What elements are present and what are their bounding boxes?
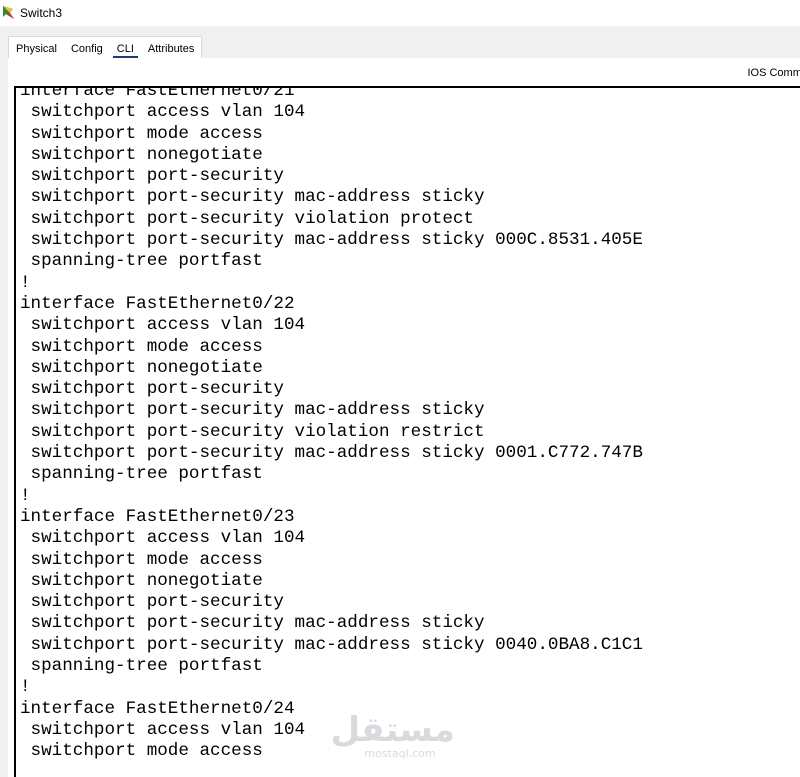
console-line: switchport port-security violation prote… <box>20 208 474 229</box>
console-line: switchport port-security <box>20 379 284 400</box>
console-line: switchport access vlan 104 <box>20 315 306 336</box>
console-line: spanning-tree portfast <box>20 464 263 485</box>
window-title: Switch3 <box>20 6 63 20</box>
console-line: switchport mode access <box>20 549 263 570</box>
packet-tracer-switch-icon <box>2 5 16 21</box>
console-line: switchport mode access <box>20 741 263 762</box>
tab-bar: Physical Config CLI Attributes <box>8 36 203 59</box>
console-line: switchport port-security mac-address sti… <box>20 443 643 464</box>
console-line: switchport port-security mac-address sti… <box>20 613 485 634</box>
console-line: switchport mode access <box>20 336 263 357</box>
console-line: switchport port-security mac-address sti… <box>20 400 485 421</box>
tab-area: Physical Config CLI Attributes IOS Comma… <box>0 26 800 777</box>
console-line: interface FastEthernet0/21 <box>20 86 295 101</box>
tab-attributes[interactable]: Attributes <box>141 39 201 59</box>
console-line: interface FastEthernet0/23 <box>20 506 295 527</box>
switch-window: Switch3 Physical Config CLI Attributes I… <box>0 0 800 777</box>
console-line: switchport port-security mac-address sti… <box>20 230 643 251</box>
console-line: spanning-tree portfast <box>20 656 263 677</box>
tab-config[interactable]: Config <box>64 39 110 59</box>
console-line: switchport access vlan 104 <box>20 528 306 549</box>
console-line: ! <box>20 272 31 293</box>
console-line: interface FastEthernet0/24 <box>20 698 295 719</box>
console-line: interface FastEthernet0/22 <box>20 293 295 314</box>
console-line: ! <box>20 677 31 698</box>
console-line: switchport port-security mac-address sti… <box>20 634 643 655</box>
console-line: switchport nonegotiate <box>20 144 263 165</box>
console-line: switchport access vlan 104 <box>20 102 306 123</box>
console-line: spanning-tree portfast <box>20 251 263 272</box>
cli-console[interactable]: interface FastEthernet0/21 switchport ac… <box>14 86 800 777</box>
console-line: switchport port-security violation restr… <box>20 421 485 442</box>
tab-cli[interactable]: CLI <box>110 39 141 59</box>
title-bar: Switch3 <box>0 0 800 26</box>
console-output: interface FastEthernet0/21 switchport ac… <box>16 86 643 763</box>
console-line: switchport nonegotiate <box>20 570 263 591</box>
console-line: switchport port-security mac-address sti… <box>20 187 485 208</box>
console-line: switchport access vlan 104 <box>20 719 306 740</box>
console-line: switchport port-security <box>20 592 284 613</box>
console-line: switchport mode access <box>20 123 263 144</box>
cli-panel: IOS Comma interface FastEthernet0/21 swi… <box>8 58 800 777</box>
ios-command-line-label: IOS Comma <box>747 67 800 79</box>
console-line: ! <box>20 485 31 506</box>
tab-physical[interactable]: Physical <box>9 39 64 59</box>
console-line: switchport nonegotiate <box>20 357 263 378</box>
console-line: switchport port-security <box>20 166 284 187</box>
